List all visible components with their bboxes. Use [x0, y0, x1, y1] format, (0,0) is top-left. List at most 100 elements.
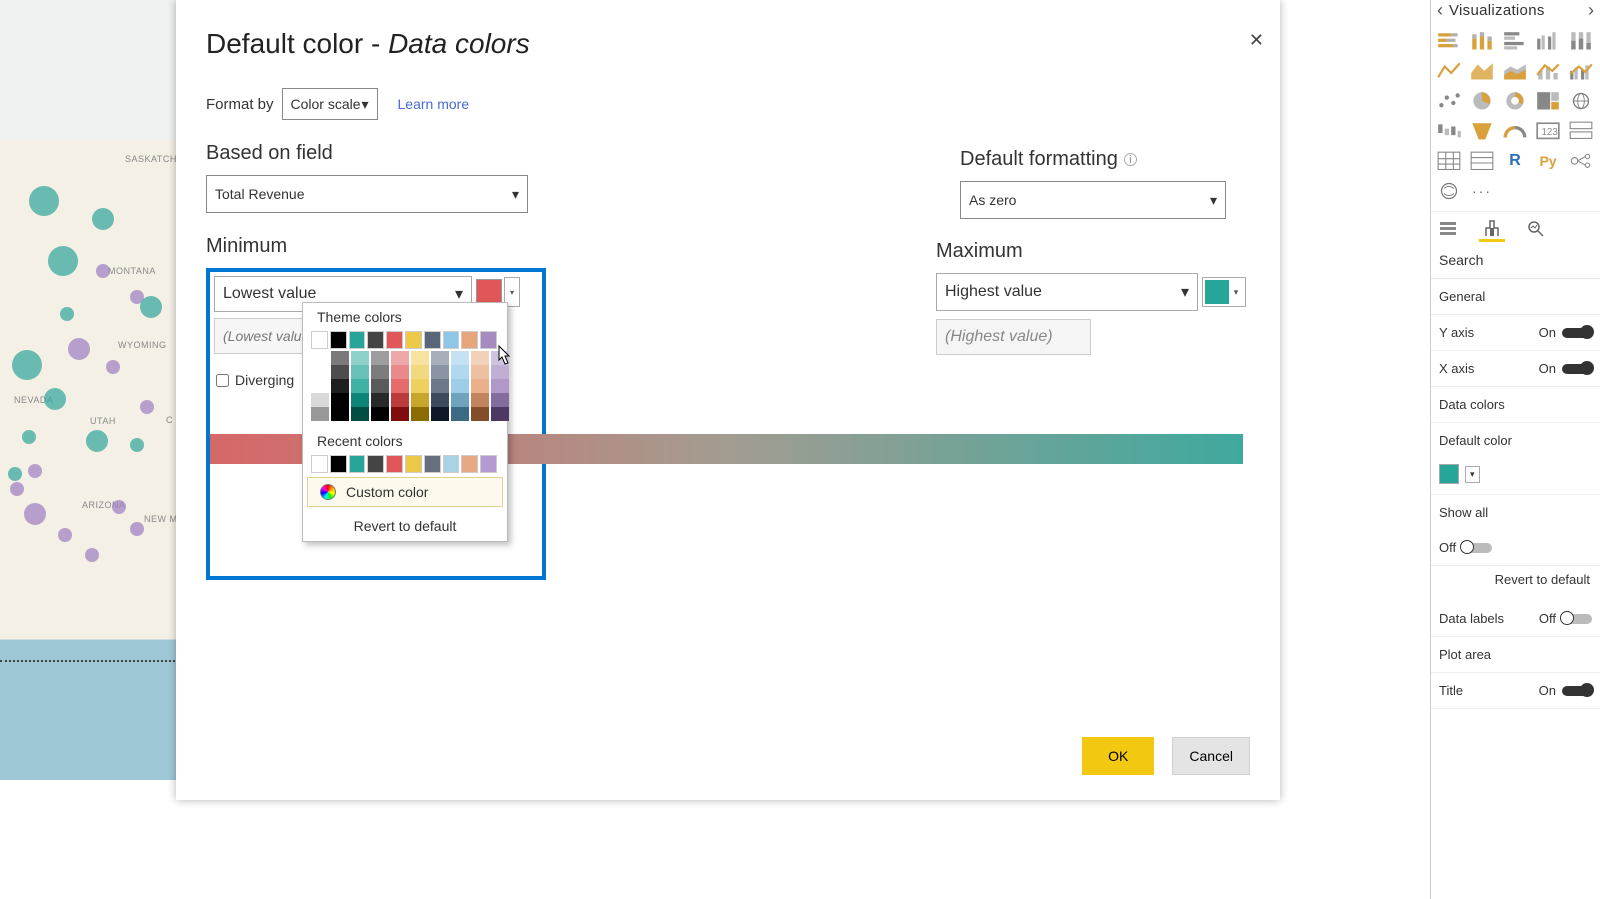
color-shade-swatch[interactable]	[311, 379, 329, 393]
color-swatch[interactable]	[443, 331, 460, 349]
color-shade-swatch[interactable]	[391, 379, 409, 393]
data-colors-section[interactable]: Data colors	[1431, 387, 1600, 423]
default-formatting-select[interactable]: As zero ▾	[960, 181, 1226, 219]
title-row[interactable]: Title On	[1431, 673, 1600, 709]
color-shade-swatch[interactable]	[411, 379, 429, 393]
color-shade-swatch[interactable]	[311, 407, 329, 421]
clustered-bar-chart-icon[interactable]	[1501, 29, 1529, 53]
line-clustered-column-icon[interactable]	[1567, 59, 1595, 83]
r-visual-icon[interactable]: R	[1501, 149, 1529, 173]
color-shade-swatch[interactable]	[491, 365, 509, 379]
pane-nav-prev-icon[interactable]: ‹	[1435, 0, 1445, 21]
maximum-value-input[interactable]: (Highest value)	[936, 319, 1091, 355]
color-shade-swatch[interactable]	[371, 407, 389, 421]
color-shade-swatch[interactable]	[351, 393, 369, 407]
color-swatch[interactable]	[349, 455, 366, 473]
toggle-on-icon[interactable]	[1562, 328, 1592, 338]
color-shade-swatch[interactable]	[411, 351, 429, 365]
python-visual-icon[interactable]: Py	[1534, 149, 1562, 173]
color-shade-swatch[interactable]	[351, 365, 369, 379]
color-shade-swatch[interactable]	[311, 393, 329, 407]
color-shade-swatch[interactable]	[471, 407, 489, 421]
color-shade-swatch[interactable]	[491, 379, 509, 393]
color-swatch[interactable]	[480, 331, 497, 349]
waterfall-chart-icon[interactable]	[1435, 119, 1463, 143]
donut-chart-icon[interactable]	[1501, 89, 1529, 113]
ok-button[interactable]: OK	[1082, 737, 1154, 775]
color-shade-swatch[interactable]	[431, 365, 449, 379]
matrix-icon[interactable]	[1435, 149, 1463, 173]
clustered-column-chart-icon[interactable]	[1534, 29, 1562, 53]
color-swatch[interactable]	[367, 455, 384, 473]
close-icon[interactable]: ✕	[1249, 30, 1264, 51]
color-shade-swatch[interactable]	[391, 365, 409, 379]
scatter-chart-icon[interactable]	[1435, 89, 1463, 113]
color-shade-swatch[interactable]	[411, 393, 429, 407]
fields-tab-icon[interactable]	[1435, 216, 1461, 242]
maximum-color-well[interactable]: ▾	[1202, 277, 1246, 307]
stacked-area-chart-icon[interactable]	[1501, 59, 1529, 83]
color-shade-swatch[interactable]	[331, 351, 349, 365]
diverging-checkbox[interactable]	[216, 374, 229, 387]
color-shade-swatch[interactable]	[471, 351, 489, 365]
cancel-button[interactable]: Cancel	[1172, 737, 1250, 775]
color-swatch[interactable]	[405, 455, 422, 473]
toggle-on-icon[interactable]	[1562, 364, 1592, 374]
color-shade-swatch[interactable]	[371, 393, 389, 407]
color-swatch[interactable]	[443, 455, 460, 473]
color-shade-swatch[interactable]	[391, 407, 409, 421]
color-swatch[interactable]	[405, 331, 422, 349]
color-shade-swatch[interactable]	[331, 365, 349, 379]
color-shade-swatch[interactable]	[431, 351, 449, 365]
color-shade-swatch[interactable]	[491, 393, 509, 407]
color-swatch[interactable]	[330, 331, 347, 349]
pie-chart-icon[interactable]	[1468, 89, 1496, 113]
color-shade-swatch[interactable]	[311, 351, 329, 365]
color-shade-swatch[interactable]	[471, 393, 489, 407]
caret-down-icon[interactable]: ▾	[1465, 466, 1480, 483]
color-shade-swatch[interactable]	[391, 393, 409, 407]
area-chart-icon[interactable]	[1468, 59, 1496, 83]
revert-to-default-button[interactable]: Revert to default	[307, 511, 503, 541]
search-input[interactable]: Search	[1431, 246, 1600, 279]
color-swatch[interactable]	[386, 331, 403, 349]
toggle-off-icon[interactable]	[1562, 614, 1592, 624]
data-labels-row[interactable]: Data labels Off	[1431, 601, 1600, 637]
map-icon[interactable]	[1567, 89, 1595, 113]
color-swatch[interactable]	[367, 331, 384, 349]
color-shade-swatch[interactable]	[351, 379, 369, 393]
stacked-column-chart-icon[interactable]	[1468, 29, 1496, 53]
format-by-select[interactable]: Color scale ▾	[282, 88, 378, 120]
line-stacked-column-icon[interactable]	[1534, 59, 1562, 83]
color-shade-swatch[interactable]	[391, 351, 409, 365]
color-shade-swatch[interactable]	[431, 393, 449, 407]
color-shade-swatch[interactable]	[411, 365, 429, 379]
color-shade-swatch[interactable]	[311, 365, 329, 379]
color-swatch[interactable]	[424, 331, 441, 349]
treemap-icon[interactable]	[1534, 89, 1562, 113]
learn-more-link[interactable]: Learn more	[398, 96, 470, 112]
color-shade-swatch[interactable]	[371, 351, 389, 365]
color-shade-swatch[interactable]	[451, 407, 469, 421]
funnel-chart-icon[interactable]	[1468, 119, 1496, 143]
table-icon[interactable]	[1468, 149, 1496, 173]
toggle-off-icon[interactable]	[1462, 543, 1492, 553]
color-swatch[interactable]	[461, 455, 478, 473]
color-shade-swatch[interactable]	[471, 379, 489, 393]
color-shade-swatch[interactable]	[351, 351, 369, 365]
arcgis-map-icon[interactable]	[1435, 179, 1463, 203]
color-shade-swatch[interactable]	[491, 407, 509, 421]
based-on-field-select[interactable]: Total Revenue ▾	[206, 175, 528, 213]
color-shade-swatch[interactable]	[371, 365, 389, 379]
color-shade-swatch[interactable]	[351, 407, 369, 421]
color-swatch[interactable]	[386, 455, 403, 473]
color-shade-swatch[interactable]	[411, 407, 429, 421]
color-shade-swatch[interactable]	[451, 379, 469, 393]
general-section[interactable]: General	[1431, 279, 1600, 315]
format-tab-icon[interactable]	[1479, 216, 1505, 242]
color-swatch[interactable]	[311, 455, 328, 473]
pane-nav-next-icon[interactable]: ›	[1586, 0, 1596, 21]
maximum-select[interactable]: Highest value ▾	[936, 273, 1198, 311]
card-icon[interactable]: 123	[1534, 119, 1562, 143]
color-shade-swatch[interactable]	[471, 365, 489, 379]
